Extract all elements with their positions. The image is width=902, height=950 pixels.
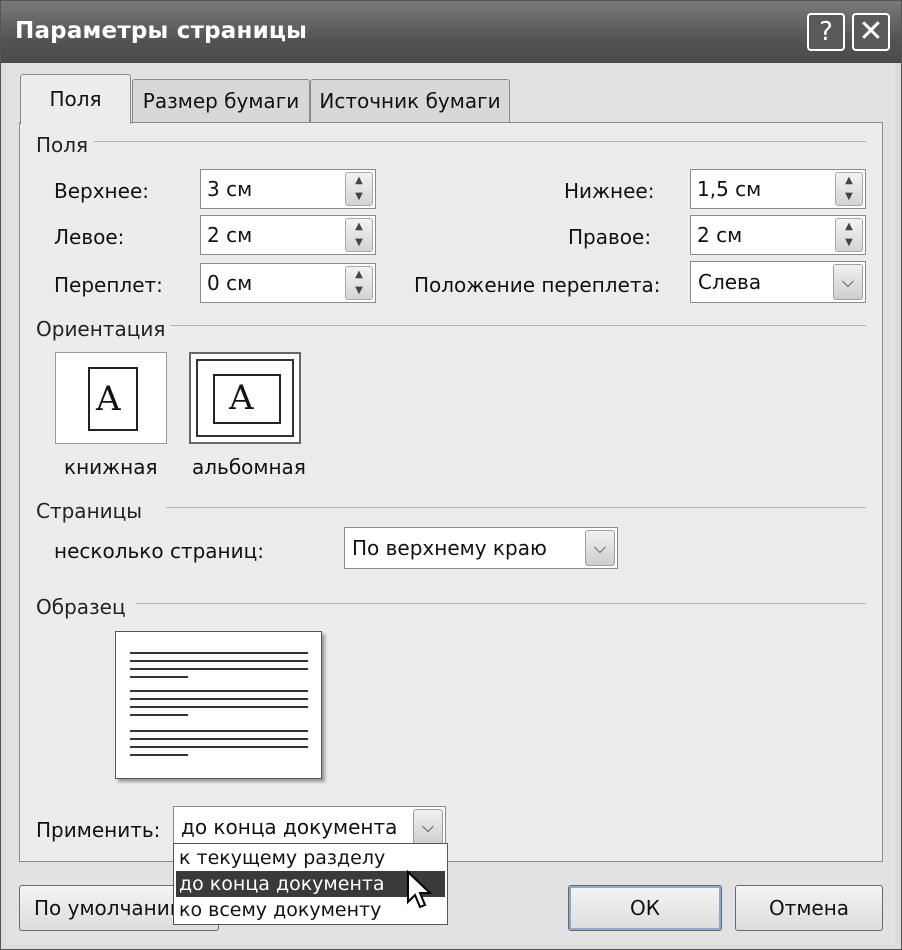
spin-arrows-icon[interactable]: ▲ ▼ <box>835 172 863 206</box>
label-left-margin: Левое: <box>54 225 125 249</box>
gutter-spinner[interactable]: 0 см ▲ ▼ <box>200 263 376 303</box>
spin-arrows-icon[interactable]: ▲ ▼ <box>345 266 373 300</box>
apply-to-dropdown-list: к текущему разделу до конца документа ко… <box>173 843 448 925</box>
left-margin-spinner[interactable]: 2 см ▲ ▼ <box>200 215 376 255</box>
landscape-glyph: A <box>229 378 254 418</box>
landscape-label[interactable]: альбомная <box>192 455 306 479</box>
tab-paper-source[interactable]: Источник бумаги <box>310 79 510 123</box>
portrait-label[interactable]: книжная <box>64 455 158 479</box>
preview-line <box>130 746 308 748</box>
separator <box>166 507 866 508</box>
gutter-position-combo[interactable]: Слева ⌵ <box>690 261 866 303</box>
label-gutter: Переплет: <box>54 273 163 297</box>
section-title-preview: Образец <box>36 595 126 619</box>
preview-line <box>130 652 308 654</box>
gutter-value: 0 см <box>207 271 253 295</box>
tab-margins[interactable]: Поля <box>20 74 131 124</box>
portrait-option[interactable]: A <box>55 352 167 444</box>
ok-button[interactable]: ОК <box>568 885 722 931</box>
preview-line <box>130 660 308 662</box>
apply-to-value: до конца документа <box>181 815 398 839</box>
gutter-position-value: Слева <box>698 270 762 294</box>
section-title-margins: Поля <box>36 133 89 157</box>
cancel-button[interactable]: Отмена <box>735 885 883 931</box>
top-margin-value: 3 см <box>207 177 253 201</box>
preview-line <box>130 754 188 756</box>
page-setup-dialog: Параметры страницы ? ✕ Поля Размер бумаг… <box>0 0 902 950</box>
tab-paper-size[interactable]: Размер бумаги <box>132 79 310 123</box>
multiple-pages-combo[interactable]: По верхнему краю ⌵ <box>344 527 618 569</box>
left-margin-value: 2 см <box>207 223 253 247</box>
preview-line <box>130 676 188 678</box>
preview-line <box>130 690 308 692</box>
chevron-down-icon[interactable]: ⌵ <box>585 530 615 566</box>
preview-line <box>130 668 308 670</box>
bottom-margin-value: 1,5 см <box>697 177 762 201</box>
top-margin-spinner[interactable]: 3 см ▲ ▼ <box>200 169 376 209</box>
title-bar[interactable]: Параметры страницы ? ✕ <box>1 1 901 63</box>
spin-arrows-icon[interactable]: ▲ ▼ <box>345 218 373 252</box>
portrait-glyph: A <box>96 379 121 419</box>
separator <box>170 325 866 326</box>
label-multiple-pages: несколько страниц: <box>54 539 264 563</box>
spin-arrows-icon[interactable]: ▲ ▼ <box>835 218 863 252</box>
tab-panel: Поля Верхнее: 3 см ▲ ▼ Нижнее: 1,5 см ▲ ▼ … <box>19 122 883 862</box>
dialog-client-area: Поля Размер бумаги Источник бумаги Поля … <box>7 63 895 945</box>
preview-line <box>130 714 188 716</box>
mouse-pointer-icon <box>407 870 433 909</box>
multiple-pages-value: По верхнему краю <box>352 536 547 560</box>
dialog-title: Параметры страницы <box>15 18 308 44</box>
option-current-section[interactable]: к текущему разделу <box>176 845 445 871</box>
label-gutter-position: Положение переплета: <box>414 273 661 297</box>
preview-page <box>115 631 322 779</box>
right-margin-spinner[interactable]: 2 см ▲ ▼ <box>690 215 866 255</box>
label-right-margin: Правое: <box>568 225 652 249</box>
preview-line <box>130 706 308 708</box>
label-top-margin: Верхнее: <box>54 179 149 203</box>
spin-arrows-icon[interactable]: ▲ ▼ <box>345 172 373 206</box>
right-margin-value: 2 см <box>697 223 743 247</box>
option-to-end-of-document[interactable]: до конца документа <box>176 871 445 897</box>
bottom-margin-spinner[interactable]: 1,5 см ▲ ▼ <box>690 169 866 209</box>
separator <box>136 603 866 604</box>
landscape-page-icon: A <box>213 374 281 424</box>
option-whole-document[interactable]: ко всему документу <box>176 897 445 923</box>
apply-to-combo[interactable]: до конца документа ⌵ <box>173 806 446 848</box>
preview-line <box>130 730 308 732</box>
section-title-pages: Страницы <box>36 499 143 523</box>
separator <box>94 141 866 142</box>
label-apply-to: Применить: <box>36 818 161 842</box>
help-button[interactable]: ? <box>807 13 845 51</box>
chevron-down-icon[interactable]: ⌵ <box>413 809 443 845</box>
preview-line <box>130 738 308 740</box>
preview-line <box>130 698 308 700</box>
portrait-page-icon: A <box>88 367 138 431</box>
label-bottom-margin: Нижнее: <box>564 179 655 203</box>
section-title-orientation: Ориентация <box>36 317 166 341</box>
close-button[interactable]: ✕ <box>852 13 890 51</box>
landscape-option[interactable]: A <box>189 352 301 444</box>
chevron-down-icon[interactable]: ⌵ <box>833 264 863 300</box>
